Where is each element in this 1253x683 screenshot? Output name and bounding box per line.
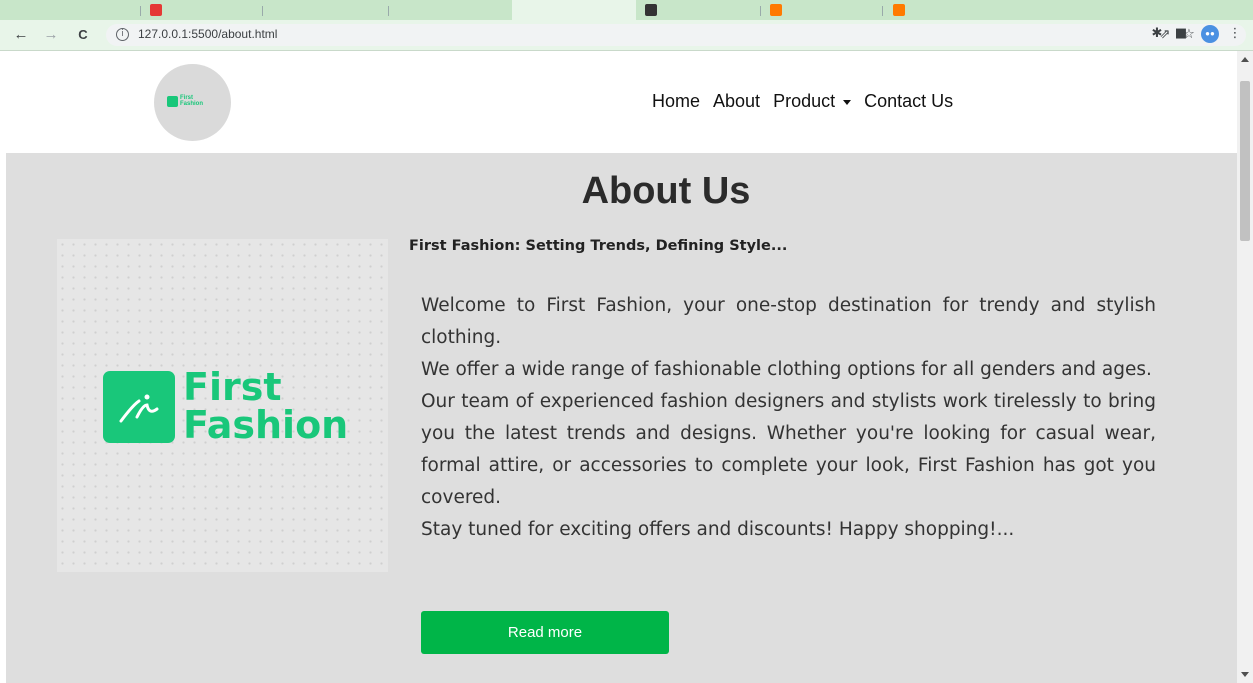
scroll-down-arrow-icon[interactable] [1241, 672, 1249, 677]
extensions-puzzle-icon[interactable]: ✱ [1148, 25, 1166, 43]
tab-separator [140, 6, 141, 16]
active-tab[interactable] [512, 0, 636, 20]
info-icon[interactable]: i [116, 28, 129, 41]
nav-product-dropdown[interactable]: Product [773, 91, 852, 112]
logo-mark-icon [167, 95, 178, 107]
reload-icon[interactable]: C [72, 25, 94, 45]
tab-separator [760, 6, 761, 16]
brand-word-first: First [183, 365, 282, 409]
about-title: About Us [581, 170, 751, 212]
tab-favicon [150, 4, 162, 16]
nav-contact[interactable]: Contact Us [864, 91, 953, 112]
tab-separator [262, 6, 263, 16]
nav-home[interactable]: Home [652, 91, 700, 112]
tab-favicon [893, 4, 905, 16]
about-paragraph: Stay tuned for exciting offers and disco… [421, 519, 1015, 540]
tab-separator [388, 6, 389, 16]
tab-favicon [770, 4, 782, 16]
about-section: About Us First Fashion First Fashion: Se… [6, 153, 1237, 683]
brand-mark-icon [103, 371, 175, 443]
address-url[interactable]: 127.0.0.1:5500/about.html [138, 27, 277, 41]
tab-favicon [645, 4, 657, 16]
nav-product-label: Product [773, 91, 836, 111]
about-paragraph: Welcome to First Fashion, your one-stop … [421, 295, 1156, 348]
logo-line-2: Fashion [180, 101, 204, 107]
about-paragraph: Our team of experienced fashion designer… [421, 391, 1156, 508]
forward-arrow-icon[interactable]: → [40, 25, 62, 45]
read-more-button[interactable]: Read more [421, 611, 669, 654]
caret-down-icon [843, 99, 852, 105]
tab-separator [882, 6, 883, 16]
site-header: First Fashion Home About Product Contact… [6, 51, 1237, 153]
menu-kebab-icon[interactable]: ⋮ [1226, 25, 1244, 43]
page-viewport: First Fashion Home About Product Contact… [6, 51, 1237, 683]
logo-text: First Fashion [180, 95, 203, 107]
scroll-up-arrow-icon[interactable] [1241, 57, 1249, 62]
side-panel-icon[interactable]: ■ [1172, 25, 1190, 43]
page-scrollbar[interactable] [1237, 51, 1253, 683]
about-logo-image: First Fashion [57, 239, 388, 572]
scrollbar-thumb[interactable] [1240, 81, 1250, 241]
about-paragraph: We offer a wide range of fashionable clo… [421, 359, 1152, 380]
profile-avatar-icon[interactable]: ●● [1201, 25, 1219, 43]
back-arrow-icon[interactable]: ← [10, 25, 32, 45]
nav-about[interactable]: About [713, 91, 760, 112]
about-body: Welcome to First Fashion, your one-stop … [421, 290, 1156, 546]
browser-tab-strip [0, 0, 1253, 20]
brand-word-fashion: Fashion [183, 403, 349, 447]
main-nav: Home About Product Contact Us [652, 91, 966, 112]
browser-toolbar: ← → C i 127.0.0.1:5500/about.html ⇗ ☆ [0, 20, 1253, 51]
site-logo[interactable]: First Fashion [167, 95, 203, 107]
address-bar[interactable]: i 127.0.0.1:5500/about.html ⇗ ☆ [106, 24, 1246, 46]
about-tagline: First Fashion: Setting Trends, Defining … [409, 238, 788, 254]
